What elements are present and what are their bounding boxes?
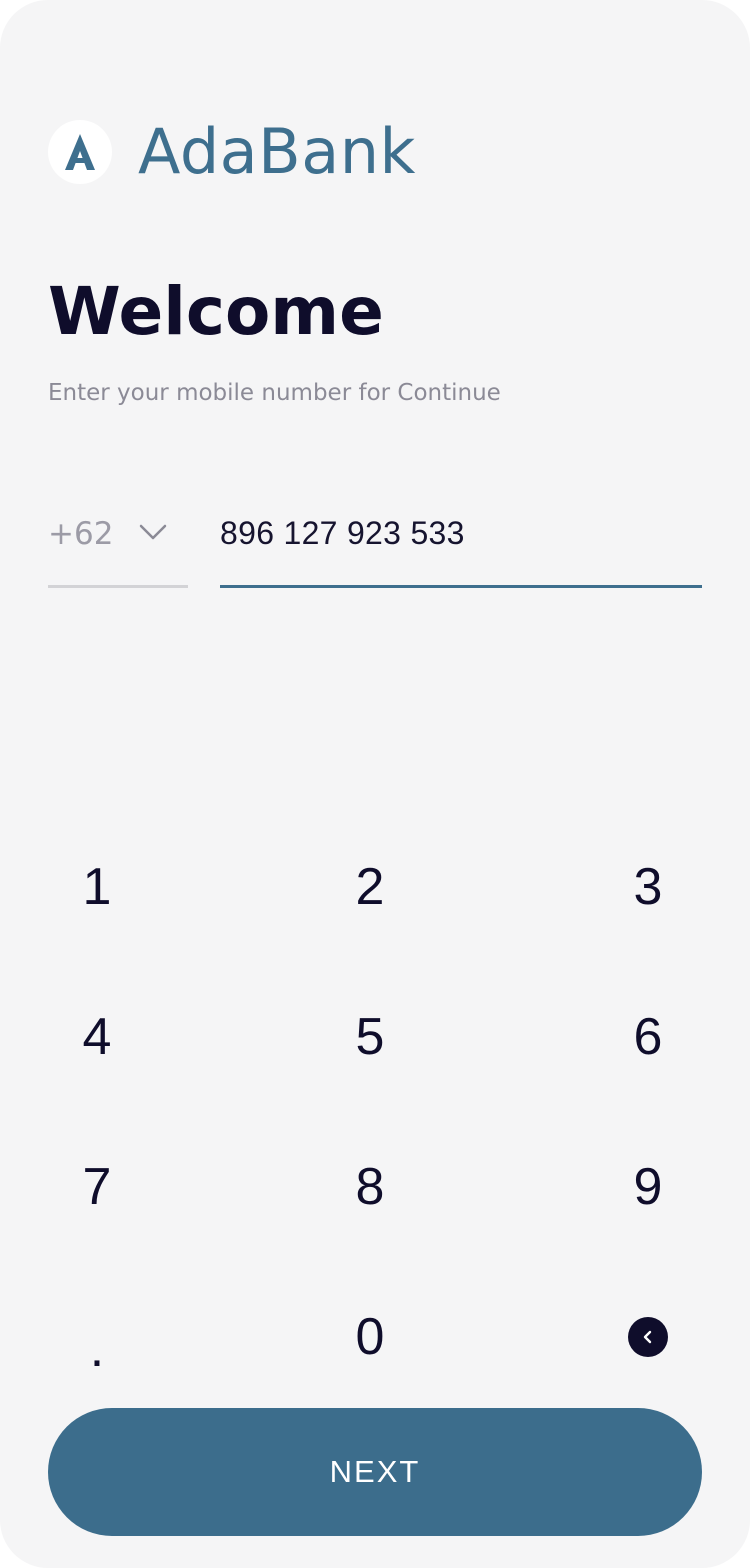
keypad-key-9[interactable]: 9 <box>583 1142 713 1232</box>
brand-header: AdaBank <box>48 116 416 188</box>
keypad-key-7[interactable]: 7 <box>32 1142 162 1232</box>
country-code-dropdown[interactable]: +62 <box>48 500 188 588</box>
keypad-key-dot[interactable]: . <box>32 1292 162 1382</box>
keypad-key-1[interactable]: 1 <box>32 842 162 932</box>
phone-number-field <box>220 500 702 588</box>
country-code-value: +62 <box>48 516 114 552</box>
page-subtitle: Enter your mobile number for Continue <box>48 380 501 406</box>
keypad-key-4[interactable]: 4 <box>32 992 162 1082</box>
keypad-key-2[interactable]: 2 <box>305 842 435 932</box>
login-screen: AdaBank Welcome Enter your mobile number… <box>0 0 750 1568</box>
keypad-key-3[interactable]: 3 <box>583 842 713 932</box>
backspace-icon <box>628 1317 668 1357</box>
next-button[interactable]: NEXT <box>48 1408 702 1536</box>
keypad-key-6[interactable]: 6 <box>583 992 713 1082</box>
keypad-key-5[interactable]: 5 <box>305 992 435 1082</box>
brand-name: AdaBank <box>138 115 416 188</box>
keypad-backspace-key[interactable] <box>583 1292 713 1382</box>
adabank-logo-icon <box>48 120 112 184</box>
phone-number-input[interactable] <box>220 510 690 556</box>
chevron-down-icon <box>139 524 167 540</box>
page-title: Welcome <box>48 273 384 350</box>
keypad-key-0[interactable]: 0 <box>305 1292 435 1382</box>
keypad-key-8[interactable]: 8 <box>305 1142 435 1232</box>
